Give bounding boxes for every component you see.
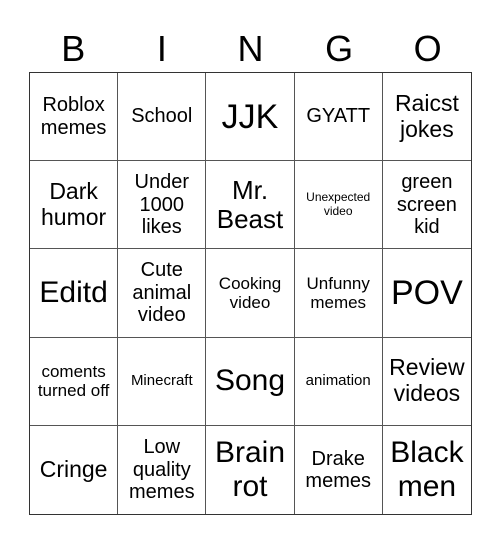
bingo-cell[interactable]: Cringe <box>30 425 119 514</box>
cell-text: Black men <box>390 436 464 503</box>
bingo-cell[interactable]: Under 1000 likes <box>118 161 207 250</box>
cell-text: Review videos <box>389 354 465 407</box>
bingo-cell[interactable]: GYATT <box>294 73 383 162</box>
bingo-cell[interactable]: Brain rot <box>206 425 295 514</box>
header-letter-i: I <box>156 28 167 69</box>
bingo-cell[interactable]: green screen kid <box>382 161 471 250</box>
cell-text: Unfunny memes <box>306 273 370 312</box>
header-letter-g: G <box>325 28 354 69</box>
cell-text: Song <box>214 364 286 398</box>
cell-text: POV <box>390 273 463 312</box>
bingo-cell[interactable]: School <box>118 73 207 162</box>
bingo-cell[interactable]: coments turned off <box>30 337 119 426</box>
bingo-cell[interactable]: Editd <box>30 249 119 338</box>
cell-text: Roblox memes <box>40 94 107 139</box>
header-letter-b: B <box>61 28 86 69</box>
bingo-cell[interactable]: Unexpected video <box>294 161 383 250</box>
bingo-cell[interactable]: Low quality memes <box>118 425 207 514</box>
bingo-cell[interactable]: Review videos <box>382 338 471 426</box>
cell-text: green screen kid <box>396 171 457 238</box>
cell-text: Editd <box>39 276 108 310</box>
cell-text: Cooking video <box>218 273 282 312</box>
bingo-cell[interactable]: Raicst jokes <box>382 73 471 162</box>
bingo-cell[interactable]: Song <box>206 337 295 426</box>
bingo-cell[interactable]: Drake memes <box>295 425 383 514</box>
bingo-cell[interactable]: Dark humor <box>30 161 119 250</box>
cell-text: Unexpected video <box>306 190 371 218</box>
cell-text: coments turned off <box>37 362 110 401</box>
cell-text: GYATT <box>306 105 371 128</box>
cell-text: Under 1000 likes <box>134 171 190 238</box>
bingo-cell[interactable]: JJK <box>206 73 295 162</box>
bingo-cell[interactable]: Cute animal video <box>118 249 207 338</box>
bingo-header: B I N G O <box>29 26 472 72</box>
cell-text: Dark humor <box>40 178 107 230</box>
cell-text: Brain rot <box>214 436 286 503</box>
cell-text: Drake memes <box>305 447 371 492</box>
bingo-cell[interactable]: Mr. Beast <box>206 161 295 250</box>
cell-text: animation <box>305 371 371 389</box>
bingo-grid: Roblox memes School JJK GYATT Raicst jok… <box>29 72 472 515</box>
bingo-cell[interactable]: POV <box>382 249 471 338</box>
bingo-cell[interactable]: Black men <box>383 426 471 514</box>
cell-text: Minecraft <box>130 371 193 389</box>
cell-text: School <box>131 105 193 128</box>
header-letter-o: O <box>413 28 442 69</box>
header-letter-n: N <box>237 28 264 69</box>
cell-text: Raicst jokes <box>394 89 459 142</box>
cell-text: Mr. Beast <box>216 174 284 234</box>
cell-text: JJK <box>221 97 279 136</box>
bingo-cell[interactable]: Minecraft <box>118 337 207 426</box>
cell-text: Cringe <box>39 456 108 483</box>
cell-text: Cute animal video <box>132 259 192 327</box>
cell-text: Low quality memes <box>129 436 195 504</box>
bingo-cell[interactable]: animation <box>294 337 383 426</box>
bingo-cell[interactable]: Roblox memes <box>30 73 119 162</box>
bingo-cell[interactable]: Cooking video <box>206 249 295 338</box>
bingo-cell[interactable]: Unfunny memes <box>294 249 383 338</box>
